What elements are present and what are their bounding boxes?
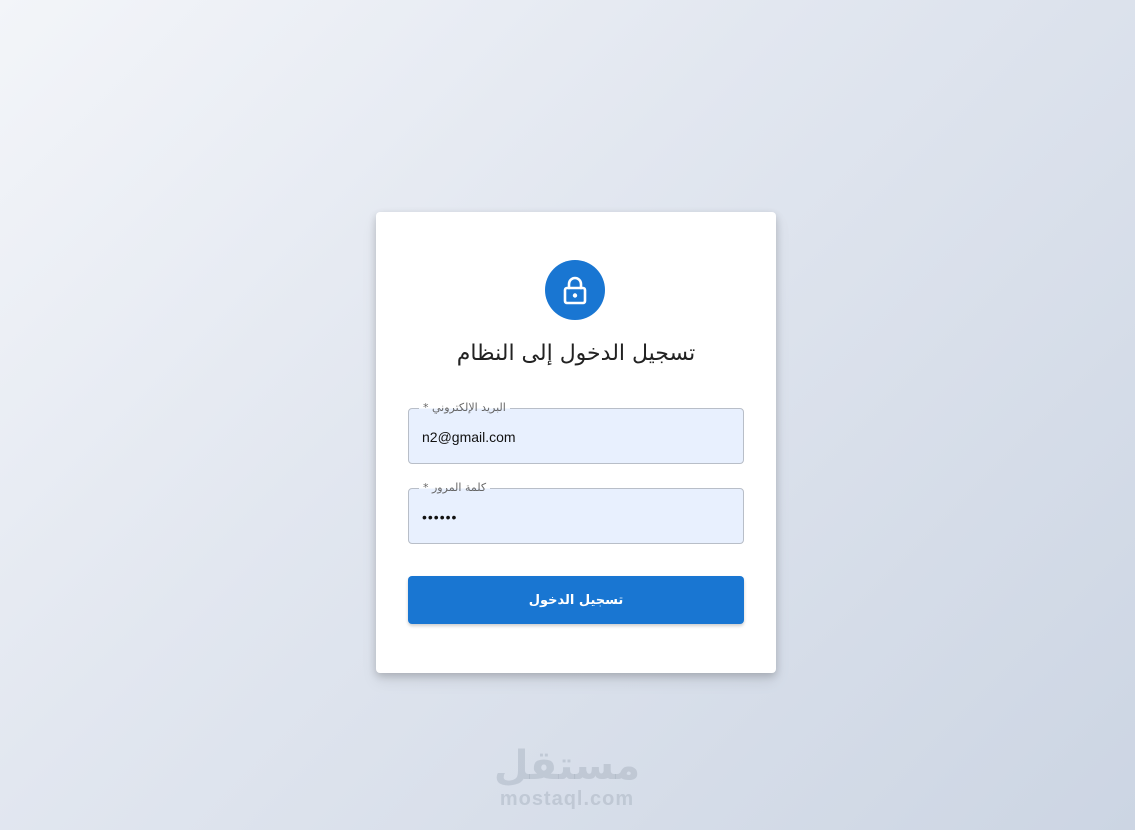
login-button[interactable]: تسجيل الدخول bbox=[408, 576, 744, 624]
watermark-latin: mostaql.com bbox=[499, 788, 635, 810]
login-card: تسجيل الدخول إلى النظام البريد الإلكترون… bbox=[376, 212, 776, 673]
password-label: كلمة المرور * bbox=[419, 481, 491, 495]
email-input[interactable] bbox=[422, 427, 722, 447]
lock-icon bbox=[563, 276, 587, 305]
page-title: تسجيل الدخول إلى النظام bbox=[456, 341, 696, 366]
watermark-logo: مستقل mostaql.com bbox=[486, 744, 648, 810]
lock-avatar bbox=[545, 260, 605, 320]
password-field[interactable]: كلمة المرور * bbox=[408, 481, 744, 544]
email-label: البريد الإلكتروني * bbox=[419, 401, 510, 415]
email-field[interactable]: البريد الإلكتروني * bbox=[408, 401, 744, 464]
password-input[interactable] bbox=[422, 507, 722, 527]
watermark-arabic: مستقل bbox=[493, 743, 641, 789]
